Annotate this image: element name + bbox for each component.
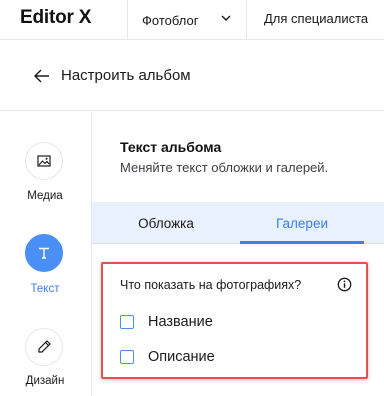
tab-active-indicator	[240, 241, 364, 244]
site-selector[interactable]: Фотоблог	[128, 0, 246, 40]
rail-text-button[interactable]	[25, 234, 63, 272]
rail-media-button[interactable]	[25, 142, 63, 180]
description-checkbox[interactable]	[120, 350, 134, 364]
chevron-down-icon	[221, 15, 231, 21]
rail-design-button[interactable]	[25, 328, 63, 366]
title-checkbox[interactable]	[120, 315, 134, 329]
image-icon	[37, 155, 51, 167]
photo-info-question: Что показать на фотографиях?	[120, 278, 302, 292]
settings-rail: Медиа Текст Дизайн	[0, 112, 92, 396]
section-subtitle: Меняйте текст обложки и галерей.	[120, 160, 329, 175]
checkbox-label: Описание	[148, 349, 215, 365]
text-icon	[39, 247, 49, 259]
panel-header: Настроить альбом	[0, 41, 384, 111]
checkbox-title-row[interactable]: Название	[120, 312, 213, 332]
arrow-left-icon[interactable]	[33, 68, 51, 84]
rail-item-label: Дизайн	[25, 375, 65, 387]
tab-galleries[interactable]: Галереи	[240, 202, 364, 244]
section-title: Текст альбома	[120, 139, 222, 155]
rail-item-label: Медиа	[27, 190, 63, 202]
top-bar: Editor X Фотоблог Для специалиста	[0, 0, 384, 40]
tab-cover[interactable]: Обложка	[92, 202, 240, 244]
mode-switch-link[interactable]: Для специалиста	[264, 11, 368, 26]
editor-x-logo[interactable]: Editor X	[20, 7, 91, 29]
rail-item-label: Текст	[30, 283, 60, 295]
checkbox-description-row[interactable]: Описание	[120, 347, 215, 367]
brush-icon	[38, 340, 51, 353]
checkbox-label: Название	[148, 314, 213, 330]
info-icon[interactable]	[337, 277, 352, 292]
panel-title: Настроить альбом	[61, 67, 191, 84]
tab-bar: Обложка Галереи	[92, 202, 384, 244]
site-selector-label: Фотоблог	[142, 12, 199, 28]
divider	[246, 0, 247, 40]
